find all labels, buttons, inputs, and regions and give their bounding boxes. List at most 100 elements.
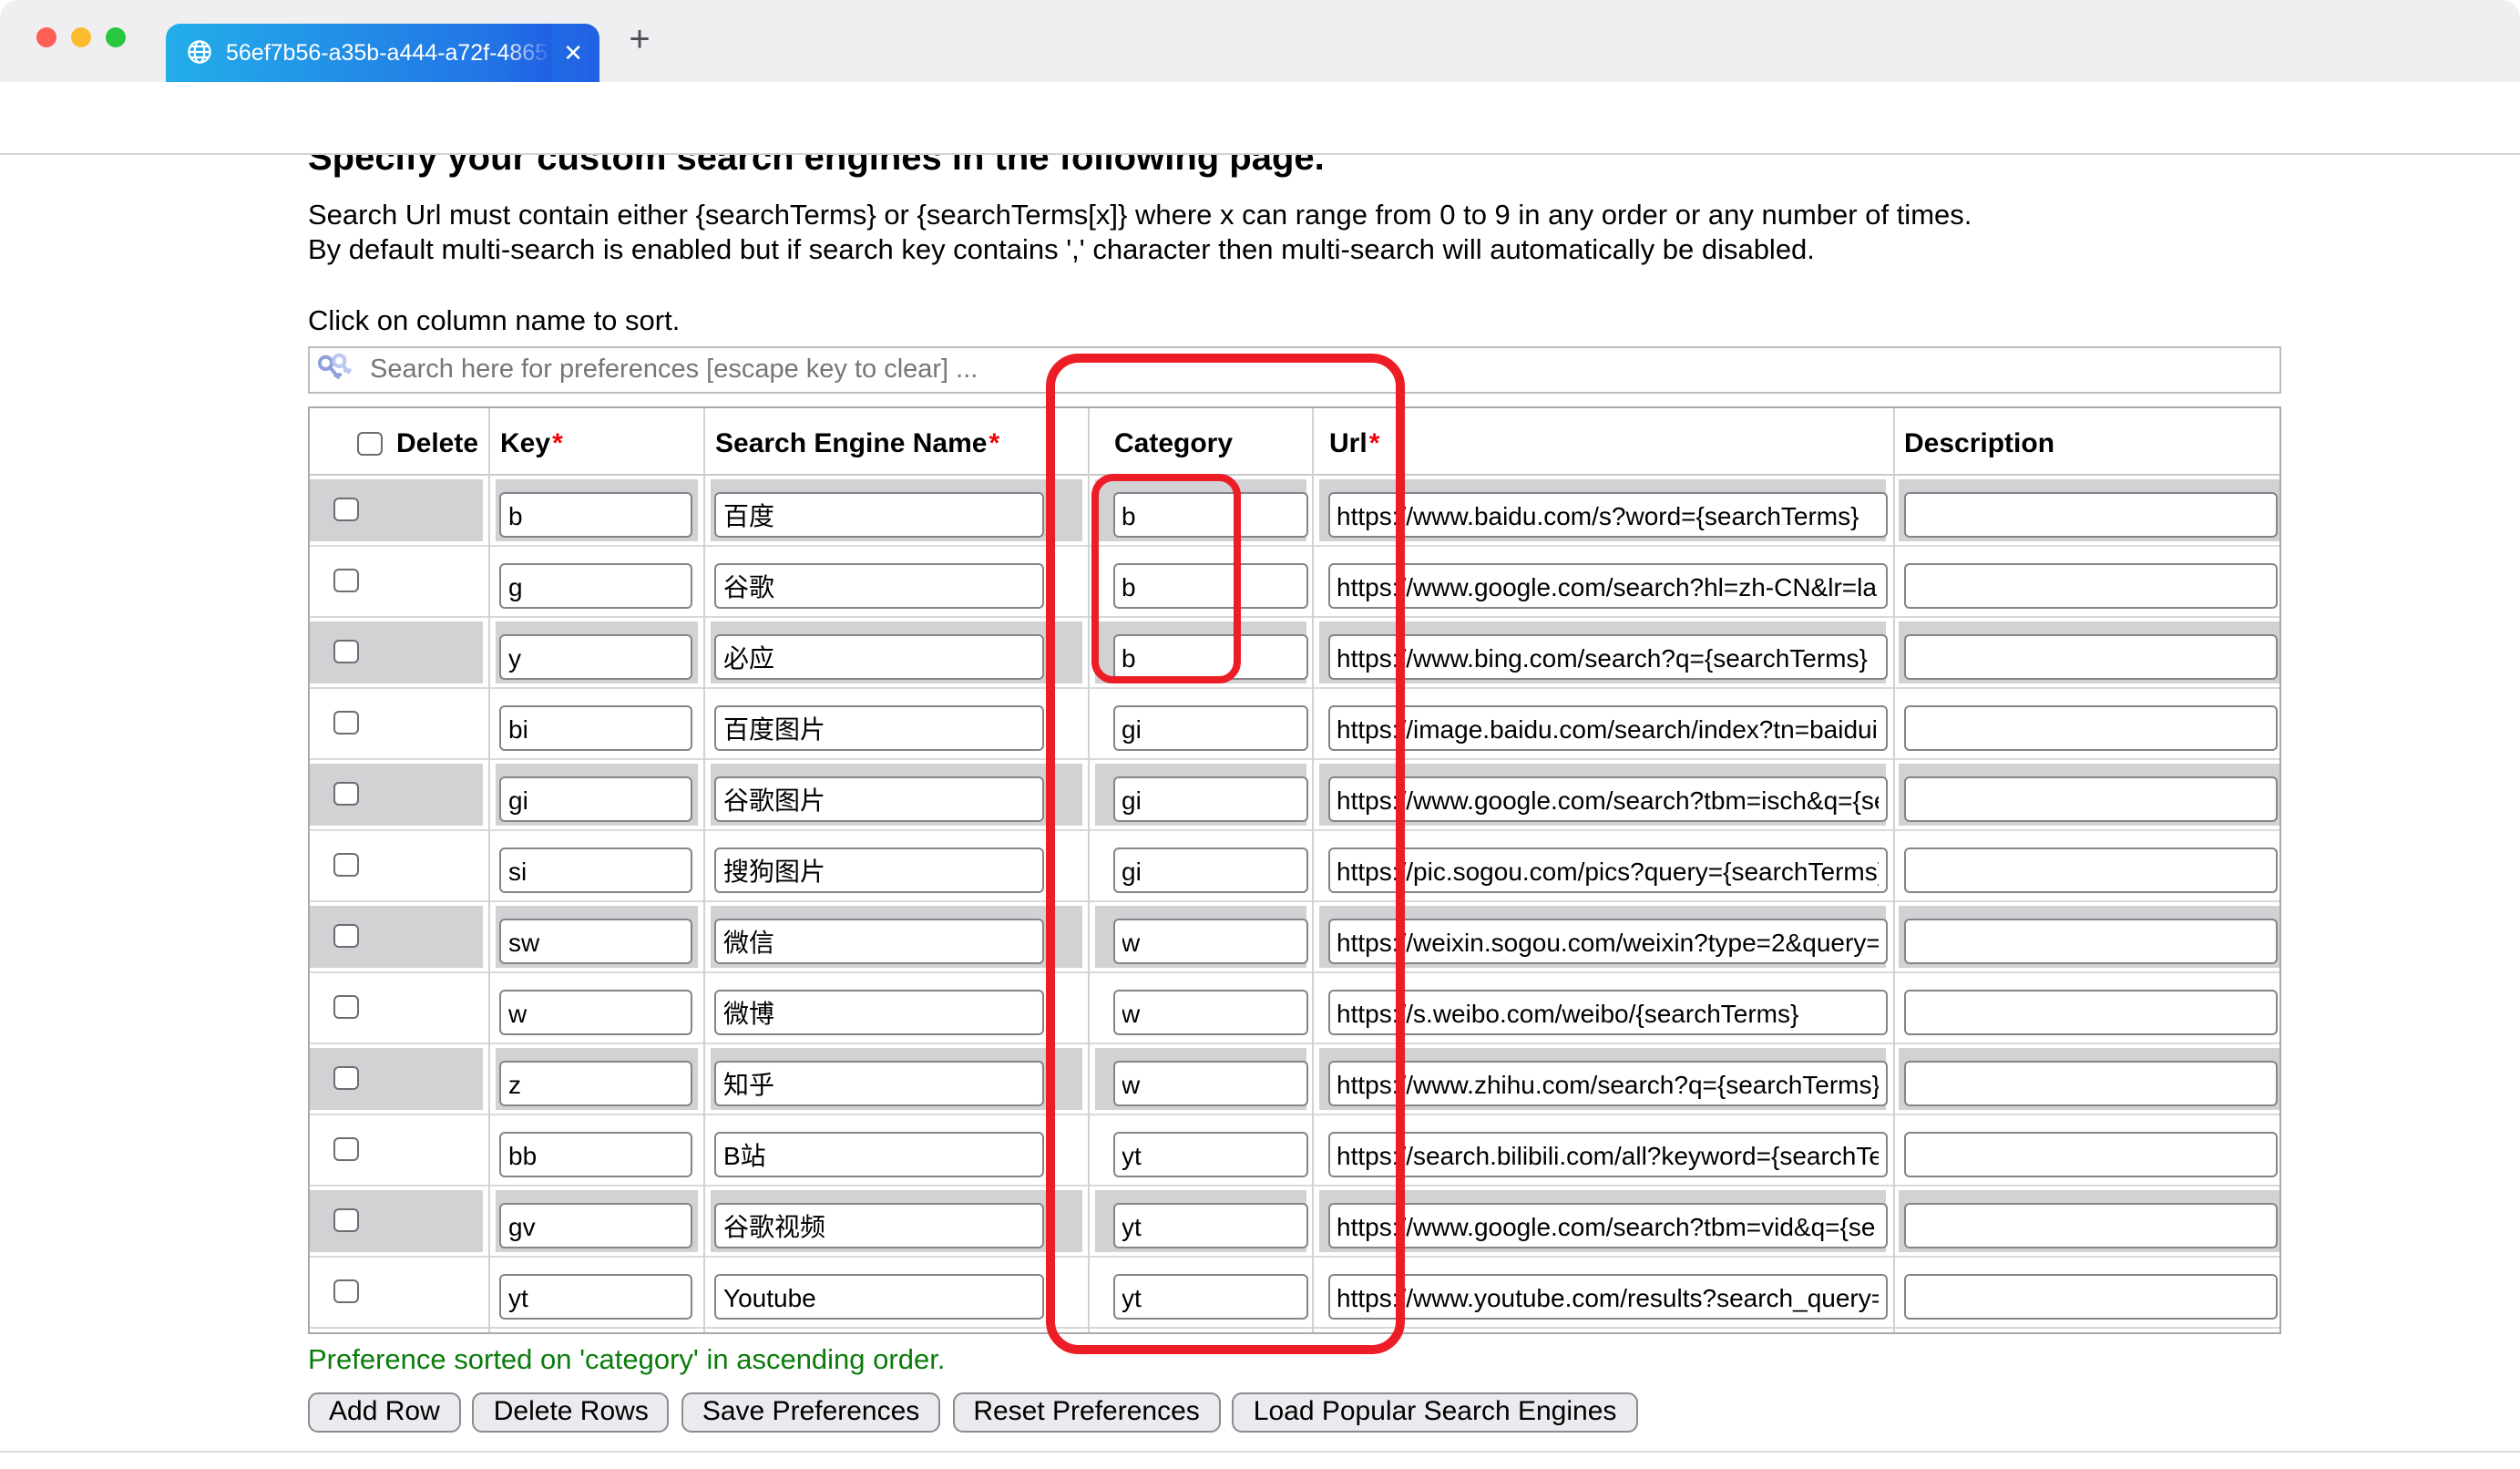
engine-name-input[interactable] [714, 1274, 1044, 1320]
description-input[interactable] [1904, 634, 2278, 680]
select-all-checkbox[interactable] [357, 431, 382, 457]
column-header-search-engine-name[interactable]: Search Engine Name * [710, 408, 1081, 479]
row-checkbox[interactable] [333, 1279, 358, 1303]
close-window-button[interactable] [36, 26, 56, 46]
column-divider [488, 408, 490, 1332]
description-input[interactable] [1904, 1203, 2278, 1248]
key-cell [495, 977, 697, 1038]
page-heading-cutoff: Specify your custom search engines in th… [308, 154, 1325, 178]
minimize-window-button[interactable] [70, 26, 90, 46]
delete-cell [310, 479, 482, 540]
key-input[interactable] [499, 563, 692, 609]
description-input[interactable] [1904, 1132, 2278, 1177]
url-input[interactable] [1327, 634, 1888, 680]
row-checkbox[interactable] [333, 710, 358, 734]
key-input[interactable] [499, 1061, 692, 1106]
row-checkbox[interactable] [333, 994, 358, 1019]
description-cell [1899, 906, 2279, 967]
zoom-window-button[interactable] [105, 26, 125, 46]
add-row-button[interactable]: Add Row [308, 1392, 461, 1433]
row-checkbox[interactable] [333, 1065, 358, 1090]
description-cell [1899, 977, 2279, 1038]
row-checkbox[interactable] [333, 1207, 358, 1232]
description-input[interactable] [1904, 492, 2278, 538]
description-cell [1899, 1190, 2279, 1251]
description-input[interactable] [1904, 705, 2278, 751]
url-input[interactable] [1327, 1132, 1888, 1177]
url-input[interactable] [1327, 848, 1888, 893]
name-cell [710, 1048, 1081, 1109]
engine-name-input[interactable] [714, 492, 1044, 538]
browser-tab[interactable]: 56ef7b56-a35b-a444-a72f-4865 ✕ [166, 23, 599, 82]
delete-cell [310, 622, 482, 683]
url-input[interactable] [1327, 990, 1888, 1035]
load-popular-search-engines-button[interactable]: Load Popular Search Engines [1232, 1392, 1638, 1433]
engine-name-input[interactable] [714, 1203, 1044, 1248]
url-input[interactable] [1327, 563, 1888, 609]
engine-name-input[interactable] [714, 705, 1044, 751]
column-header-key[interactable]: Key * [495, 408, 697, 479]
url-input[interactable] [1327, 705, 1888, 751]
description-cell [1899, 1261, 2279, 1322]
key-input[interactable] [499, 990, 692, 1035]
engine-name-input[interactable] [714, 563, 1044, 609]
search-keys-icon [317, 353, 352, 379]
url-input[interactable] [1327, 1203, 1888, 1248]
description-input[interactable] [1904, 990, 2278, 1035]
engine-name-input[interactable] [714, 1132, 1044, 1177]
engine-name-input[interactable] [714, 848, 1044, 893]
engine-name-input[interactable] [714, 634, 1044, 680]
description-cell [1899, 764, 2279, 825]
row-checkbox[interactable] [333, 1136, 358, 1161]
reset-preferences-button[interactable]: Reset Preferences [952, 1392, 1221, 1433]
description-input[interactable] [1904, 776, 2278, 822]
url-input[interactable] [1327, 1274, 1888, 1320]
url-input[interactable] [1327, 919, 1888, 964]
name-cell [710, 550, 1081, 611]
engine-name-input[interactable] [714, 919, 1044, 964]
engine-name-input[interactable] [714, 1061, 1044, 1106]
key-input[interactable] [499, 776, 692, 822]
name-cell [710, 479, 1081, 540]
description-input[interactable] [1904, 919, 2278, 964]
row-checkbox[interactable] [333, 923, 358, 948]
url-input[interactable] [1327, 492, 1888, 538]
annotation-rect-inner [1091, 474, 1241, 683]
required-asterisk: * [989, 428, 1000, 459]
name-cell [710, 622, 1081, 683]
tab-close-icon[interactable]: ✕ [563, 41, 583, 65]
description-input[interactable] [1904, 1274, 2278, 1320]
url-input[interactable] [1327, 1061, 1888, 1106]
tab-title-fade [505, 23, 552, 82]
save-preferences-button[interactable]: Save Preferences [681, 1392, 941, 1433]
engine-name-input[interactable] [714, 776, 1044, 822]
delete-rows-button[interactable]: Delete Rows [472, 1392, 670, 1433]
row-checkbox[interactable] [333, 497, 358, 521]
description-input[interactable] [1904, 563, 2278, 609]
action-buttons: Add Row Delete Rows Save Preferences Reset … [308, 1392, 1638, 1433]
row-checkbox[interactable] [333, 781, 358, 806]
key-input[interactable] [499, 1274, 692, 1320]
key-input[interactable] [499, 1203, 692, 1248]
key-input[interactable] [499, 919, 692, 964]
key-input[interactable] [499, 848, 692, 893]
key-input[interactable] [499, 705, 692, 751]
new-tab-button[interactable]: + [618, 16, 661, 64]
column-divider [703, 408, 705, 1332]
key-input[interactable] [499, 492, 692, 538]
key-input[interactable] [499, 1132, 692, 1177]
column-header-description[interactable]: Description [1899, 408, 2279, 479]
name-cell [710, 835, 1081, 896]
description-input[interactable] [1904, 848, 2278, 893]
key-input[interactable] [499, 634, 692, 680]
row-checkbox[interactable] [333, 639, 358, 663]
engine-name-input[interactable] [714, 990, 1044, 1035]
description-input[interactable] [1904, 1061, 2278, 1106]
url-input[interactable] [1327, 776, 1888, 822]
delete-cell [310, 1190, 482, 1251]
name-cell [710, 906, 1081, 967]
row-checkbox[interactable] [333, 852, 358, 877]
column-header-delete[interactable]: Delete [310, 408, 482, 479]
row-checkbox[interactable] [333, 568, 358, 592]
description-cell [1899, 622, 2279, 683]
